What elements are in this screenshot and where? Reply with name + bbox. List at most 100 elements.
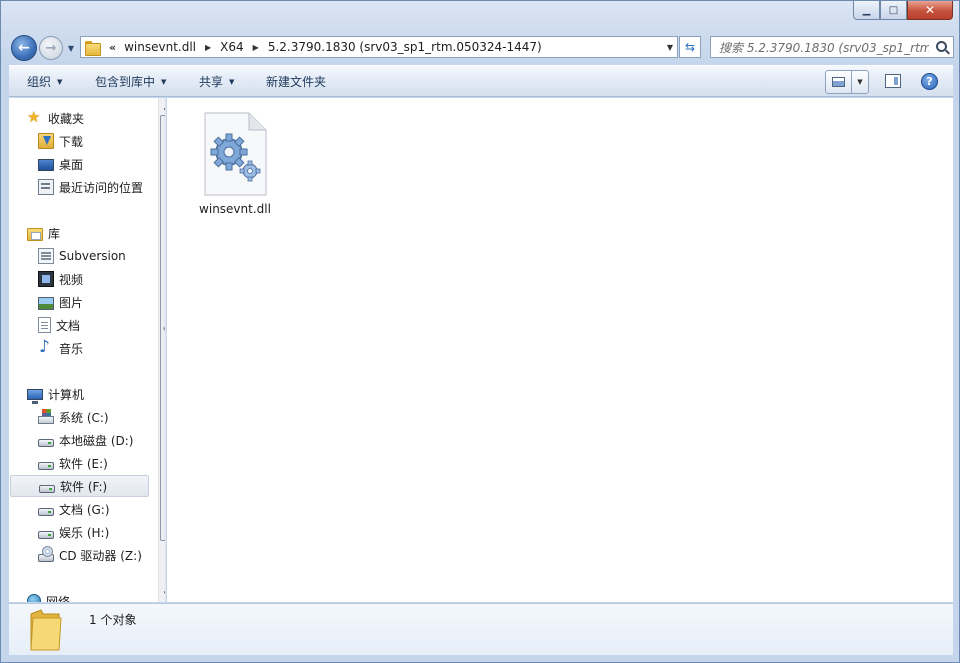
minimize-button[interactable]: ▁	[853, 1, 880, 20]
nav-item-drive-f[interactable]: 软件 (F:)	[10, 475, 149, 497]
nav-item-videos[interactable]: 视频	[38, 268, 165, 290]
nav-label: CD 驱动器 (Z:)	[59, 548, 142, 563]
new-folder-button[interactable]: 新建文件夹	[266, 66, 326, 97]
nav-label: 网络	[46, 594, 71, 603]
chevron-down-icon: ▼	[229, 77, 235, 86]
address-bar[interactable]: « winsevnt.dll ▶ X64 ▶ 5.2.3790.1830 (sr…	[80, 36, 678, 58]
nav-label: 软件 (E:)	[59, 456, 108, 471]
nav-item-drive-h[interactable]: 娱乐 (H:)	[38, 521, 165, 543]
nav-label: 图片	[59, 295, 84, 310]
documents-library-icon	[38, 317, 51, 333]
share-label: 共享	[199, 75, 224, 89]
nav-label: 桌面	[59, 157, 84, 172]
subversion-library-icon	[38, 248, 54, 264]
nav-item-drive-z[interactable]: CD 驱动器 (Z:)	[38, 544, 165, 566]
breadcrumb-item[interactable]: 5.2.3790.1830 (srv03_sp1_rtm.050324-1447…	[268, 40, 542, 54]
close-button[interactable]: ✕	[907, 1, 953, 20]
search-icon[interactable]	[936, 41, 947, 52]
breadcrumb-separator-icon[interactable]: ▶	[253, 43, 259, 52]
new-folder-label: 新建文件夹	[266, 75, 327, 89]
file-list[interactable]: winsevnt.dll	[167, 98, 953, 602]
scroll-down-icon[interactable]: ▼	[159, 585, 165, 602]
nav-item-music[interactable]: 音乐	[38, 337, 165, 359]
help-button[interactable]: ?	[921, 73, 938, 90]
nav-item-drive-g[interactable]: 文档 (G:)	[38, 498, 165, 520]
nav-item-drive-c[interactable]: 系统 (C:)	[38, 406, 165, 428]
details-pane: 1 个对象	[9, 603, 953, 655]
nav-network[interactable]: 网络	[27, 590, 165, 603]
breadcrumb-item[interactable]: X64	[220, 40, 244, 54]
nav-label: 娱乐 (H:)	[59, 525, 110, 540]
nav-libraries[interactable]: 库	[27, 222, 165, 244]
change-view-button[interactable]: ▼	[825, 70, 869, 94]
library-icon	[27, 227, 43, 241]
pictures-library-icon	[38, 296, 54, 310]
nav-label: 最近访问的位置	[59, 180, 144, 195]
forward-button[interactable]: →	[39, 36, 63, 60]
dll-settings-icon	[204, 112, 267, 196]
nav-label: 收藏夹	[48, 111, 85, 126]
nav-label: 文档 (G:)	[59, 502, 110, 517]
chevron-down-icon: ▼	[57, 77, 63, 86]
view-icon[interactable]	[826, 71, 852, 93]
nav-item-desktop[interactable]: 桌面	[38, 153, 165, 175]
windows-drive-icon	[38, 409, 54, 424]
nav-scrollbar[interactable]: ▲ ≡ ▼	[158, 98, 165, 602]
file-item[interactable]: winsevnt.dll	[196, 110, 274, 220]
nav-label: 视频	[59, 272, 84, 287]
breadcrumb-item[interactable]: winsevnt.dll	[124, 40, 196, 54]
item-count: 1 个对象	[89, 613, 137, 627]
share-menu[interactable]: 共享 ▼	[199, 66, 234, 97]
include-in-library-label: 包含到库中	[95, 75, 156, 89]
network-icon	[27, 594, 41, 602]
hard-drive-icon	[39, 484, 55, 493]
hard-drive-icon	[38, 438, 54, 447]
hard-drive-icon	[38, 461, 54, 470]
nav-computer[interactable]: 计算机	[27, 383, 165, 405]
chevron-down-icon[interactable]: ▼	[852, 71, 868, 93]
nav-item-pictures[interactable]: 图片	[38, 291, 165, 313]
organize-label: 组织	[27, 75, 52, 89]
nav-item-drive-d[interactable]: 本地磁盘 (D:)	[38, 429, 165, 451]
scroll-up-icon[interactable]: ▲	[159, 98, 165, 115]
nav-label: 计算机	[48, 387, 85, 402]
organize-menu[interactable]: 组织 ▼	[27, 66, 62, 97]
nav-label: 库	[48, 226, 61, 241]
nav-item-subversion[interactable]: Subversion	[38, 245, 165, 267]
command-bar: 组织 ▼ 包含到库中 ▼ 共享 ▼ 新建文件夹 ▼ ?	[9, 65, 953, 97]
recent-places-icon	[38, 179, 54, 195]
navigation-pane: 收藏夹 下载 桌面 最近访问的位置 库 Subversion 视频 图片	[9, 98, 166, 602]
desktop-icon	[38, 159, 54, 171]
music-library-icon	[38, 337, 54, 357]
preview-pane-button[interactable]	[885, 74, 901, 88]
nav-item-downloads[interactable]: 下载	[38, 130, 165, 152]
folder-icon	[85, 40, 101, 56]
nav-item-drive-e[interactable]: 软件 (E:)	[38, 452, 165, 474]
nav-item-recent-places[interactable]: 最近访问的位置	[38, 176, 165, 198]
downloads-folder-icon	[38, 133, 54, 149]
chevron-down-icon: ▼	[67, 43, 75, 53]
nav-item-documents[interactable]: 文档	[38, 314, 165, 336]
refresh-button[interactable]: ⇆	[679, 36, 701, 58]
hard-drive-icon	[38, 530, 54, 539]
recent-pages-dropdown[interactable]: ▼	[65, 41, 77, 55]
star-icon	[27, 108, 43, 126]
forward-arrow-icon: →	[45, 40, 57, 56]
address-dropdown-icon[interactable]: ▼	[667, 43, 673, 52]
scrollbar-thumb[interactable]: ≡	[160, 115, 165, 541]
nav-favorites[interactable]: 收藏夹	[27, 107, 165, 129]
nav-label: 文档	[56, 318, 81, 333]
nav-label: 系统 (C:)	[59, 410, 109, 425]
back-button[interactable]: ←	[11, 35, 37, 61]
search-placeholder: 搜索 5.2.3790.1830 (srv03_sp1_rtm...	[719, 40, 929, 55]
folder-icon	[30, 609, 62, 651]
refresh-icon: ⇆	[684, 40, 696, 54]
explorer-window: ▁ □ ✕ ← → ▼ « winsevnt.dll ▶ X64 ▶ 5.2.3…	[0, 0, 960, 663]
breadcrumb-separator-icon[interactable]: ▶	[205, 43, 211, 52]
search-input[interactable]: 搜索 5.2.3790.1830 (srv03_sp1_rtm...	[710, 36, 954, 58]
nav-label: Subversion	[59, 249, 126, 263]
breadcrumb-overflow[interactable]: «	[109, 41, 116, 54]
include-in-library-menu[interactable]: 包含到库中 ▼	[95, 66, 166, 97]
nav-label: 音乐	[59, 341, 84, 356]
maximize-button[interactable]: □	[880, 1, 907, 20]
